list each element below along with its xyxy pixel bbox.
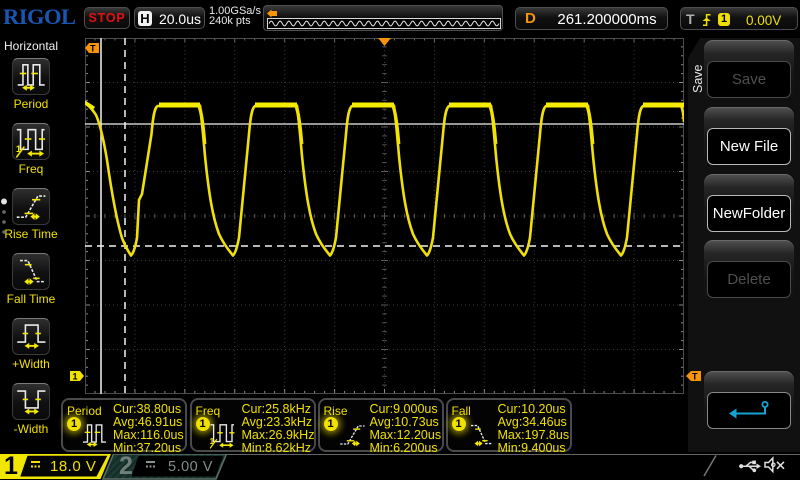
svg-text:T: T	[692, 372, 698, 382]
svg-text:1: 1	[73, 372, 78, 382]
svg-text:T: T	[90, 44, 96, 54]
